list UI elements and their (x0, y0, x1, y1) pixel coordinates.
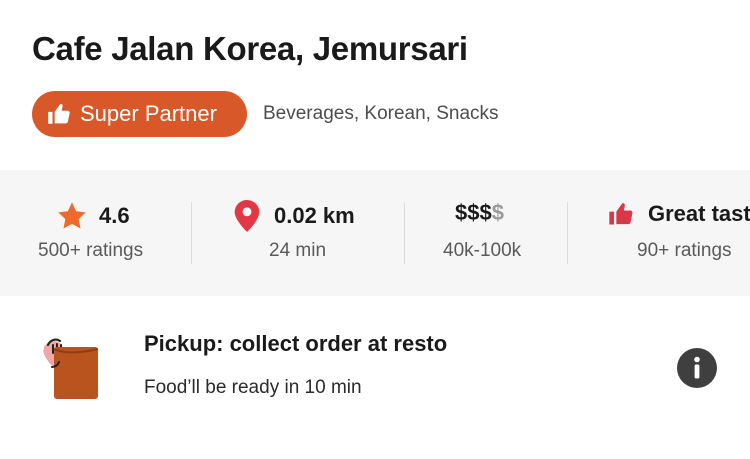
pickup-bag-icon (43, 338, 99, 399)
price-caption: 40k-100k (443, 240, 522, 261)
price-level-inactive: $ (491, 200, 504, 225)
super-partner-badge: Super Partner (32, 91, 247, 137)
pickup-subtitle: Food’ll be ready in 10 min (144, 377, 362, 398)
rating-caption: 500+ ratings (38, 240, 144, 261)
map-pin-icon (234, 200, 260, 232)
star-icon (58, 202, 86, 229)
stats-bar: 4.6 500+ ratings 0.02 km 24 min $$$ $ 40… (0, 170, 750, 296)
info-icon (694, 356, 700, 379)
cuisine-list: Beverages, Korean, Snacks (263, 103, 499, 124)
distance-stat[interactable]: 0.02 km 24 min (192, 170, 404, 296)
taste-stat[interactable]: Great tast 90+ ratings (568, 170, 750, 296)
pickup-title: Pickup: collect order at resto (144, 331, 448, 356)
price-stat[interactable]: $$$ $ 40k-100k (405, 170, 567, 296)
distance-value: 0.02 km (274, 203, 355, 228)
taste-value: Great tast (648, 201, 750, 226)
restaurant-title: Cafe Jalan Korea, Jemursari (32, 30, 468, 67)
info-button[interactable] (677, 348, 717, 388)
rating-stat[interactable]: 4.6 500+ ratings (0, 170, 190, 296)
badge-label: Super Partner (80, 101, 217, 126)
thumbs-up-icon (609, 203, 633, 225)
thumbs-up-icon (48, 104, 70, 124)
distance-caption: 24 min (269, 240, 327, 261)
price-level-active: $$$ (455, 200, 492, 225)
rating-value: 4.6 (99, 203, 130, 228)
taste-caption: 90+ ratings (637, 240, 732, 261)
